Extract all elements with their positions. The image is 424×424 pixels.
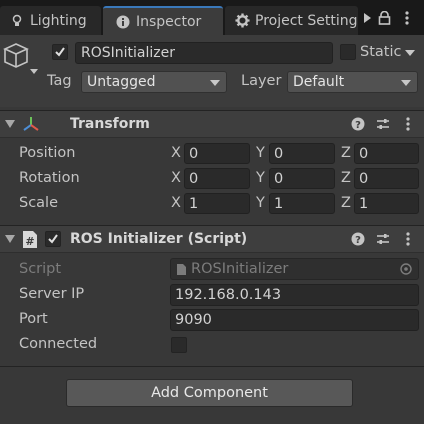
layer-dropdown[interactable]: Default bbox=[287, 71, 418, 93]
axis-y-label[interactable]: Y bbox=[256, 195, 265, 211]
position-y-field[interactable]: 0 bbox=[269, 143, 335, 164]
lighting-icon bbox=[9, 13, 25, 29]
server-ip-label: Server IP bbox=[19, 286, 85, 302]
lock-icon[interactable] bbox=[376, 7, 392, 29]
tag-value: Untagged bbox=[87, 74, 156, 90]
tag-label: Tag bbox=[47, 73, 72, 89]
server-ip-field[interactable]: 192.168.0.143 bbox=[170, 284, 419, 306]
position-x-field[interactable]: 0 bbox=[184, 143, 250, 164]
script-component-header[interactable]: # ROS Initializer (Script) ? bbox=[0, 225, 424, 253]
tab-project-settings[interactable]: Project Settings bbox=[225, 6, 358, 35]
transform-icon bbox=[22, 115, 40, 137]
divider bbox=[0, 366, 424, 367]
kebab-menu-icon[interactable] bbox=[400, 116, 416, 132]
tab-label: Lighting bbox=[30, 12, 87, 29]
axis-x-label[interactable]: X bbox=[171, 145, 181, 161]
foldout-arrow-icon[interactable] bbox=[5, 235, 15, 243]
script-file-icon: # bbox=[21, 230, 39, 253]
help-icon[interactable]: ? bbox=[350, 231, 366, 247]
tag-dropdown[interactable]: Untagged bbox=[81, 71, 227, 93]
add-component-button[interactable]: Add Component bbox=[66, 379, 353, 407]
rotation-y-field[interactable]: 0 bbox=[269, 168, 335, 189]
axis-x-label[interactable]: X bbox=[171, 170, 181, 186]
layer-value: Default bbox=[293, 74, 345, 90]
axis-y-label[interactable]: Y bbox=[256, 145, 265, 161]
help-icon[interactable]: ? bbox=[350, 116, 366, 132]
script-asset-icon bbox=[176, 263, 187, 280]
script-object-field: ROSInitializer bbox=[170, 258, 419, 280]
chevron-down-icon bbox=[210, 80, 220, 86]
info-icon bbox=[115, 14, 131, 30]
position-label: Position bbox=[19, 145, 76, 161]
svg-text:?: ? bbox=[355, 235, 361, 246]
scale-y-field[interactable]: 1 bbox=[269, 193, 335, 214]
script-component-title: ROS Initializer (Script) bbox=[70, 231, 248, 247]
connected-label: Connected bbox=[19, 336, 98, 352]
script-label: Script bbox=[19, 261, 62, 277]
axis-z-label[interactable]: Z bbox=[341, 170, 351, 186]
gear-icon bbox=[235, 13, 250, 29]
tab-label: Inspector bbox=[136, 13, 202, 30]
script-enabled-toggle[interactable] bbox=[45, 231, 61, 247]
scale-x-field[interactable]: 1 bbox=[184, 193, 250, 214]
object-picker-icon bbox=[400, 263, 412, 279]
tab-inspector[interactable]: Inspector bbox=[103, 6, 223, 35]
static-toggle[interactable] bbox=[340, 44, 356, 60]
port-field[interactable]: 9090 bbox=[170, 309, 419, 331]
kebab-menu-icon[interactable] bbox=[400, 7, 414, 29]
rotation-x-field[interactable]: 0 bbox=[184, 168, 250, 189]
static-label: Static bbox=[360, 44, 402, 60]
transform-title: Transform bbox=[70, 116, 150, 132]
position-z-field[interactable]: 0 bbox=[354, 143, 419, 164]
rotation-label: Rotation bbox=[19, 170, 80, 186]
tab-lighting[interactable]: Lighting bbox=[0, 6, 101, 35]
preset-icon[interactable] bbox=[375, 231, 391, 247]
axis-z-label[interactable]: Z bbox=[341, 195, 351, 211]
chevron-down-icon bbox=[401, 80, 411, 86]
tab-bar: Lighting Inspector Project Settings bbox=[0, 0, 424, 35]
preset-icon[interactable] bbox=[375, 116, 391, 132]
svg-text:?: ? bbox=[355, 120, 361, 131]
connected-checkbox[interactable] bbox=[171, 337, 187, 353]
scale-z-field[interactable]: 1 bbox=[354, 193, 419, 214]
foldout-arrow-icon[interactable] bbox=[5, 120, 15, 128]
tab-label: Project Settings bbox=[255, 12, 358, 29]
gameobject-header: ROSInitializer Static Tag Untagged Layer… bbox=[0, 35, 424, 107]
static-dropdown-icon[interactable] bbox=[405, 50, 415, 56]
transform-header[interactable]: Transform ? bbox=[0, 110, 424, 138]
rotation-z-field[interactable]: 0 bbox=[354, 168, 419, 189]
axis-y-label[interactable]: Y bbox=[256, 170, 265, 186]
more-tabs-icon[interactable] bbox=[360, 7, 374, 29]
svg-text:#: # bbox=[25, 235, 34, 248]
axis-z-label[interactable]: Z bbox=[341, 145, 351, 161]
kebab-menu-icon[interactable] bbox=[400, 231, 416, 247]
gameobject-cube-icon[interactable] bbox=[3, 41, 39, 81]
axis-x-label[interactable]: X bbox=[171, 195, 181, 211]
port-label: Port bbox=[19, 311, 48, 327]
layer-label: Layer bbox=[241, 73, 282, 89]
scale-label: Scale bbox=[19, 195, 59, 211]
active-toggle[interactable] bbox=[52, 44, 68, 60]
gameobject-name-field[interactable]: ROSInitializer bbox=[75, 42, 333, 64]
script-value: ROSInitializer bbox=[191, 261, 289, 277]
